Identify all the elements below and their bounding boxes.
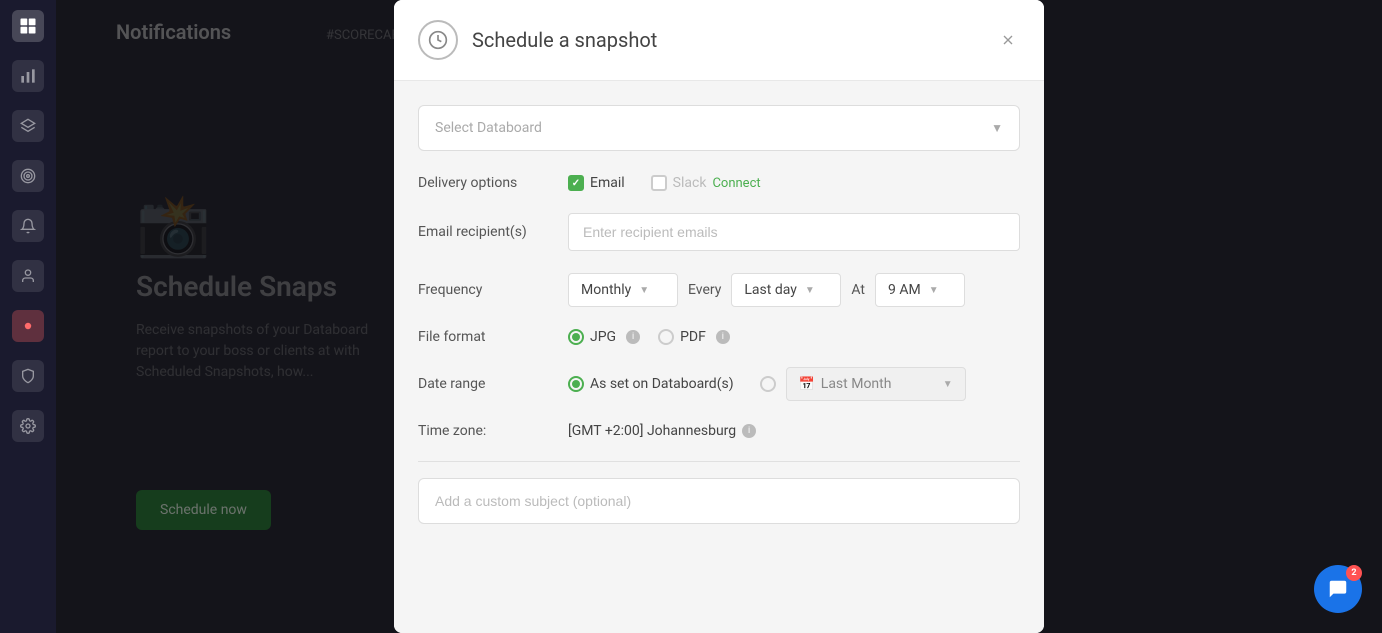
last-month-label: Last Month [821,376,892,392]
frequency-dropdown[interactable]: Monthly ▼ [568,273,678,307]
time-dropdown[interactable]: 9 AM ▼ [875,273,965,307]
lastmonth-radio-wrapper[interactable] [760,376,776,392]
frequency-selected: Monthly [581,282,631,298]
pdf-label: PDF [680,329,706,345]
frequency-label: Frequency [418,282,568,298]
timezone-info-icon[interactable]: i [742,424,756,438]
sidebar-icon-user[interactable] [12,260,44,292]
slack-checkbox-wrapper[interactable]: Slack Connect [651,175,761,191]
schedule-snapshot-modal: Schedule a snapshot Select Databoard ▼ [394,0,1044,633]
email-checkbox-wrapper[interactable]: ✓ Email [568,175,625,191]
clock-icon [418,20,458,60]
sidebar-icon-chart[interactable] [12,60,44,92]
background-content: Notifications #SCORECAR... 📸 Schedule Sn… [56,0,1382,633]
modal-title: Schedule a snapshot [472,28,996,52]
check-icon: ✓ [572,178,580,189]
sidebar-icon-dot[interactable] [12,310,44,342]
slack-label: Slack [673,175,707,191]
delivery-options-label: Delivery options [418,175,568,191]
sidebar-icon-shield[interactable] [12,360,44,392]
sidebar-icon-layers[interactable] [12,110,44,142]
email-recipients-input[interactable] [568,213,1020,251]
chevron-down-icon: ▼ [991,121,1003,135]
file-format-label: File format [418,329,568,345]
select-databoard-dropdown[interactable]: Select Databoard ▼ [418,105,1020,151]
databoard-radio-wrapper[interactable]: As set on Databoard(s) [568,376,734,392]
sidebar-icon-settings[interactable] [12,410,44,442]
jpg-info-icon[interactable]: i [626,330,640,344]
lastday-chevron-icon: ▼ [805,285,815,296]
delivery-options-controls: ✓ Email Slack Connect [568,175,1020,191]
date-range-controls: As set on Databoard(s) 📅 Last Month ▼ [568,367,1020,401]
timezone-row: Time zone: [GMT +2:00] Johannesburg i [418,423,1020,439]
email-recipients-label: Email recipient(s) [418,224,568,240]
delivery-options-row: Delivery options ✓ Email Slack [418,175,1020,191]
sidebar-icon-logo[interactable] [12,10,44,42]
sidebar [0,0,56,633]
select-databoard-placeholder: Select Databoard [435,120,542,136]
databoard-radio[interactable] [568,376,584,392]
time-chevron-icon: ▼ [929,285,939,296]
jpg-radio-inner [572,333,580,341]
chat-bubble[interactable]: 2 [1314,565,1362,613]
databoard-radio-inner [572,380,580,388]
email-checkbox[interactable]: ✓ [568,175,584,191]
every-label: Every [688,282,721,298]
date-range-row: Date range As set on Databoard(s) [418,367,1020,401]
databoard-label: As set on Databoard(s) [590,376,734,392]
time-selected: 9 AM [888,282,921,298]
sidebar-icon-target[interactable] [12,160,44,192]
last-month-dropdown[interactable]: 📅 Last Month ▼ [786,367,966,401]
divider [418,461,1020,462]
timezone-controls: [GMT +2:00] Johannesburg i [568,423,1020,439]
jpg-label: JPG [590,329,616,345]
email-recipients-controls [568,213,1020,251]
lastday-dropdown[interactable]: Last day ▼ [731,273,841,307]
sidebar-icon-bell[interactable] [12,210,44,242]
modal-body: Select Databoard ▼ Delivery options ✓ Em… [394,81,1044,633]
timezone-label: Time zone: [418,423,568,439]
file-format-row: File format JPG i PDF [418,329,1020,345]
date-range-label: Date range [418,376,568,392]
pdf-radio-wrapper[interactable]: PDF [658,329,706,345]
modal-backdrop: Schedule a snapshot Select Databoard ▼ [56,0,1382,633]
custom-subject-input[interactable] [418,478,1020,524]
slack-checkbox[interactable] [651,175,667,191]
timezone-value: [GMT +2:00] Johannesburg i [568,423,756,439]
lastmonth-radio[interactable] [760,376,776,392]
frequency-row: Frequency Monthly ▼ Every Last day ▼ [418,273,1020,307]
lastmonth-chevron-icon: ▼ [943,379,953,390]
slack-connect-link[interactable]: Connect [712,176,760,191]
file-format-controls: JPG i PDF i [568,329,1020,345]
email-label: Email [590,175,625,191]
frequency-chevron-icon: ▼ [639,285,649,296]
frequency-controls: Monthly ▼ Every Last day ▼ At 9 AM [568,273,1020,307]
modal-header: Schedule a snapshot [394,0,1044,81]
jpg-radio-wrapper[interactable]: JPG [568,329,616,345]
email-recipients-row: Email recipient(s) [418,213,1020,251]
calendar-icon: 📅 [799,377,815,392]
chat-badge: 2 [1346,565,1362,581]
jpg-radio[interactable] [568,329,584,345]
pdf-info-icon[interactable]: i [716,330,730,344]
close-button[interactable] [996,28,1020,52]
timezone-text: [GMT +2:00] Johannesburg [568,423,736,439]
lastday-selected: Last day [744,282,796,298]
pdf-radio[interactable] [658,329,674,345]
at-label: At [851,282,865,298]
